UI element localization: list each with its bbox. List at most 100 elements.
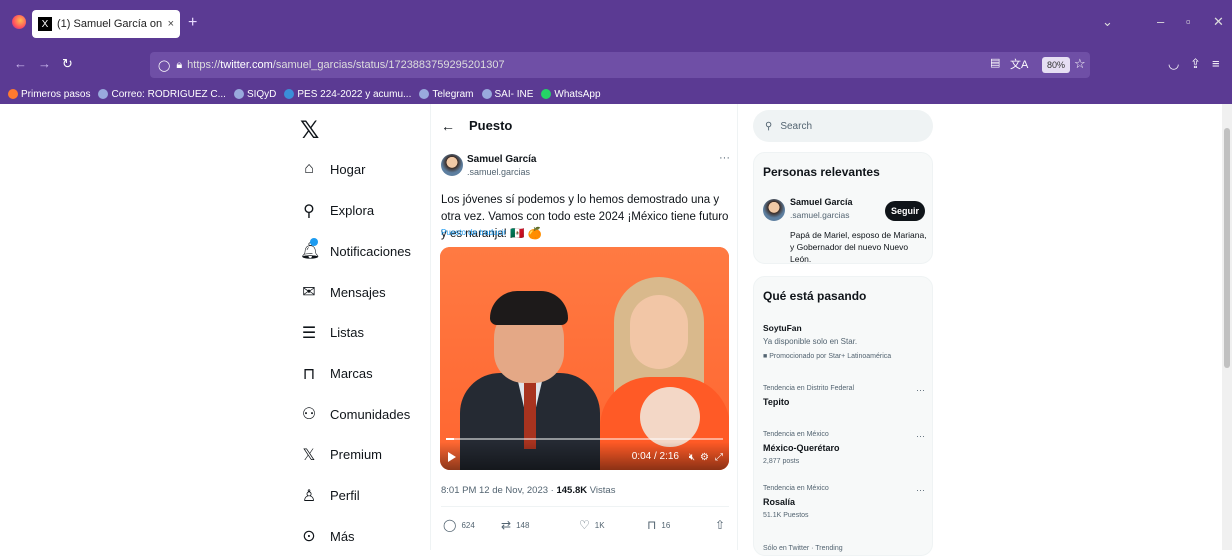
relevant-title: Personas relevantes [763,165,880,179]
video-player[interactable]: 0:04 / 2:16 🔇︎ ⚙ ⤢ [440,247,729,470]
lock-icon[interactable]: 🔒︎ [176,59,182,72]
trend-more-icon[interactable]: ··· [916,485,925,495]
relevant-name[interactable]: Samuel García [790,197,853,207]
post-timestamp[interactable]: 8:01 PM 12 de Nov, 2023 · [441,485,556,496]
url-input[interactable]: ◯ 🔒︎ https://twitter.com/samuel_garcias/… [150,52,1090,78]
trend-posts: 2,877 posts [763,458,800,465]
trend-name[interactable]: México-Querétaro [763,443,840,453]
bookmark-item[interactable]: SAI- INE [481,89,533,100]
nav-item-label: Mensajes [330,284,386,300]
bookmark-item[interactable]: WhatsApp [541,89,601,100]
nav-item-más[interactable]: ⊙ Más [300,526,354,546]
list-icon: ☰ [301,324,317,342]
trend-more-icon[interactable]: ··· [916,385,925,395]
trend-context: Sólo en Twitter · Trending [763,545,843,552]
author-handle[interactable]: .samuel.garcias [467,167,530,177]
bookmark-button[interactable]: ⊓ 16 [647,518,670,532]
tab-list-chevron-icon[interactable]: ⌄ [1102,14,1113,30]
pocket-icon[interactable]: ◡ [1168,56,1179,72]
avatar[interactable] [763,199,785,221]
search-placeholder: Search [780,120,813,132]
repost-icon: ⇄ [501,518,512,532]
share-icon: ⇧ [715,518,726,532]
bookmark-icon [284,89,295,99]
author-name[interactable]: Samuel García [467,154,536,165]
video-progress-bar[interactable] [446,438,723,440]
share-button[interactable]: ⇧ [715,518,725,532]
mute-icon[interactable]: 🔇︎ [689,452,695,463]
translate-icon[interactable]: 文A [1010,56,1028,72]
forward-arrow-icon[interactable]: → [38,56,51,71]
nav-item-explora[interactable]: ⚲ Explora [300,201,374,221]
scrollbar-thumb[interactable] [1224,128,1230,368]
shield-icon[interactable]: ◯ [158,59,170,72]
more-options-icon[interactable]: ··· [719,152,730,164]
browser-tab[interactable]: X (1) Samuel García on X: "Los jóv × [32,10,180,38]
video-progress-fill [446,438,455,440]
x-icon: 𝕏 [302,446,316,464]
nav-item-marcas[interactable]: ⊓ Marcas [300,364,373,384]
nav-item-premium[interactable]: 𝕏 Premium [300,445,382,465]
search-icon: ⚲ [303,202,315,220]
trend-name[interactable]: Rosalía [763,497,795,507]
follow-button[interactable]: Seguir [885,201,925,221]
extensions-icon[interactable]: ⇪ [1190,56,1201,72]
bookmark-label: Correo: RODRIGUEZ C... [111,88,226,100]
nav-item-label: Comunidades [330,406,411,422]
nav-item-notificaciones[interactable]: 🔔︎ Notificaciones [300,238,411,261]
bookmark-item[interactable]: Telegram [419,89,474,100]
nav-item-label: Marcas [330,366,373,381]
home-icon: ⌂ [304,160,314,177]
zoom-level[interactable]: 80% [1042,57,1071,73]
column-divider [430,104,431,550]
mail-icon: ✉ [302,284,316,302]
tab-close-icon[interactable]: × [168,18,174,30]
repost-button[interactable]: ⇄ 148 [501,518,529,532]
promo-name[interactable]: SoytuFan [763,323,802,333]
scrollbar[interactable] [1222,104,1232,550]
relevant-people-card: Personas relevantes Samuel García .samue… [753,152,933,264]
nav-item-comunidades[interactable]: ⚇ Comunidades [300,404,410,424]
heart-icon: ♡ [579,518,590,532]
bookmark-item[interactable]: SIQyD [233,89,276,100]
settings-icon[interactable]: ⚙ [700,452,709,463]
bookmark-item[interactable]: PES 224-2022 y acumu... [284,89,411,100]
trend-context: Tendencia en México [763,485,829,492]
reply-button[interactable]: ◯ 624 [443,518,475,532]
nav-item-label: Premium [330,447,383,463]
minimize-icon[interactable]: – [1157,14,1164,29]
bookmark-label: Primeros pasos [21,88,91,100]
trend-more-icon[interactable]: ··· [916,431,925,441]
bookmark-item[interactable]: Primeros pasos [8,89,90,100]
tab-title: (1) Samuel García on X: "Los jóv [57,18,164,30]
bookmark-item[interactable]: Correo: RODRIGUEZ C... [98,88,226,100]
menu-hamburger-icon[interactable]: ≡ [1212,56,1220,71]
nav-item-listas[interactable]: ☰ Listas [300,323,364,343]
like-button[interactable]: ♡ 1K [579,518,605,532]
back-arrow-icon[interactable]: ← [14,56,27,71]
reload-icon[interactable]: ↻ [62,56,73,72]
post-meta: 8:01 PM 12 de Nov, 2023 · 145.8K Vistas [441,485,615,496]
translate-link[interactable]: Puesto de traducir [441,228,506,237]
relevant-handle[interactable]: .samuel.garcias [790,210,850,220]
nav-item-label: Perfil [330,488,360,504]
bookmark-icon [8,89,18,99]
promo-by-text: Promocionado por Star+ Latinoamérica [769,353,892,360]
nav-item-mensajes[interactable]: ✉ Mensajes [300,282,386,302]
firefox-logo-icon [12,15,26,29]
avatar[interactable] [441,154,463,176]
back-arrow-icon[interactable]: ← [441,118,455,134]
nav-item-hogar[interactable]: ⌂ Hogar [300,160,365,178]
x-logo-icon[interactable]: 𝕏 [300,116,319,145]
window-close-icon[interactable]: ✕ [1213,14,1224,30]
reader-view-icon[interactable]: ▤ [990,56,1000,69]
bookmark-icon [481,89,492,99]
play-icon[interactable] [448,452,456,462]
trend-name[interactable]: Tepito [763,397,789,407]
nav-item-perfil[interactable]: ♙ Perfil [300,486,360,506]
restore-icon[interactable]: ▫ [1186,14,1191,29]
search-input[interactable]: ⚲ Search [753,110,933,142]
new-tab-button[interactable]: + [188,14,197,32]
fullscreen-icon[interactable]: ⤢ [715,452,723,463]
bookmark-star-icon[interactable]: ☆ [1074,56,1086,72]
